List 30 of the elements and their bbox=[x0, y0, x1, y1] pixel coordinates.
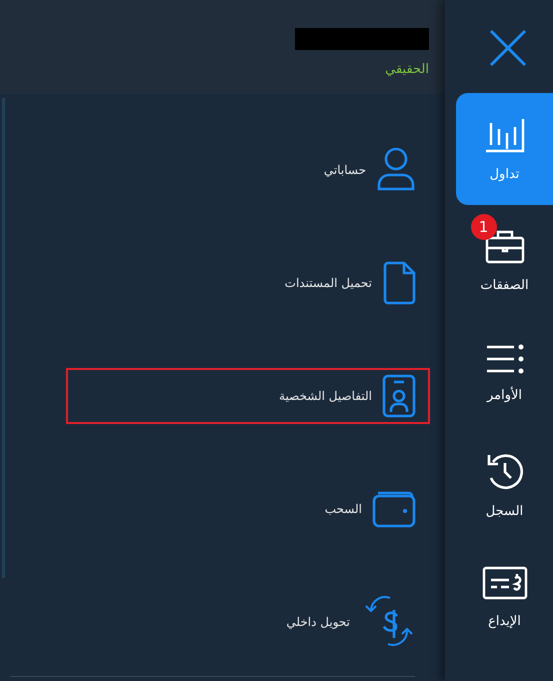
account-type: الحقيقي bbox=[385, 62, 429, 77]
nav-tab[interactable]: تداول bbox=[456, 93, 553, 205]
wallet-icon bbox=[372, 490, 416, 528]
menu-item[interactable]: السحب bbox=[66, 455, 430, 563]
tab-label: السجل bbox=[486, 504, 524, 518]
menu-label: تحويل داخلي bbox=[286, 615, 350, 629]
close-icon[interactable] bbox=[488, 28, 528, 68]
menu-label: تحميل المستندات bbox=[284, 276, 372, 290]
menu-item[interactable]: حساباتي bbox=[66, 116, 430, 224]
menu-label: حساباتي bbox=[324, 163, 366, 177]
document-icon bbox=[382, 261, 416, 305]
tab-label: الأوامر bbox=[486, 388, 522, 402]
id-badge-icon bbox=[382, 374, 416, 418]
menu-item[interactable]: تحميل المستندات bbox=[66, 229, 430, 337]
notification-badge: 1 bbox=[470, 214, 496, 240]
nav-tab[interactable]: الإيداع bbox=[456, 541, 553, 653]
menu-label: التفاصيل الشخصية bbox=[279, 389, 372, 403]
bar-chart-icon bbox=[484, 116, 524, 152]
nav-tab[interactable]: السجل bbox=[456, 429, 553, 541]
menu-label: السحب bbox=[324, 502, 362, 516]
nav-tab[interactable]: الأوامر bbox=[456, 317, 553, 429]
user-icon bbox=[376, 147, 416, 193]
cheque-icon bbox=[482, 566, 528, 600]
list-icon bbox=[486, 344, 524, 374]
menu-item[interactable]: تحويل داخلي bbox=[66, 568, 430, 676]
history-icon bbox=[486, 452, 524, 490]
tab-label: تداول bbox=[490, 166, 520, 182]
tab-label: الإيداع bbox=[488, 614, 521, 628]
tab-label: الصفقات bbox=[480, 278, 529, 292]
menu-item[interactable]: التفاصيل الشخصية bbox=[66, 368, 430, 424]
